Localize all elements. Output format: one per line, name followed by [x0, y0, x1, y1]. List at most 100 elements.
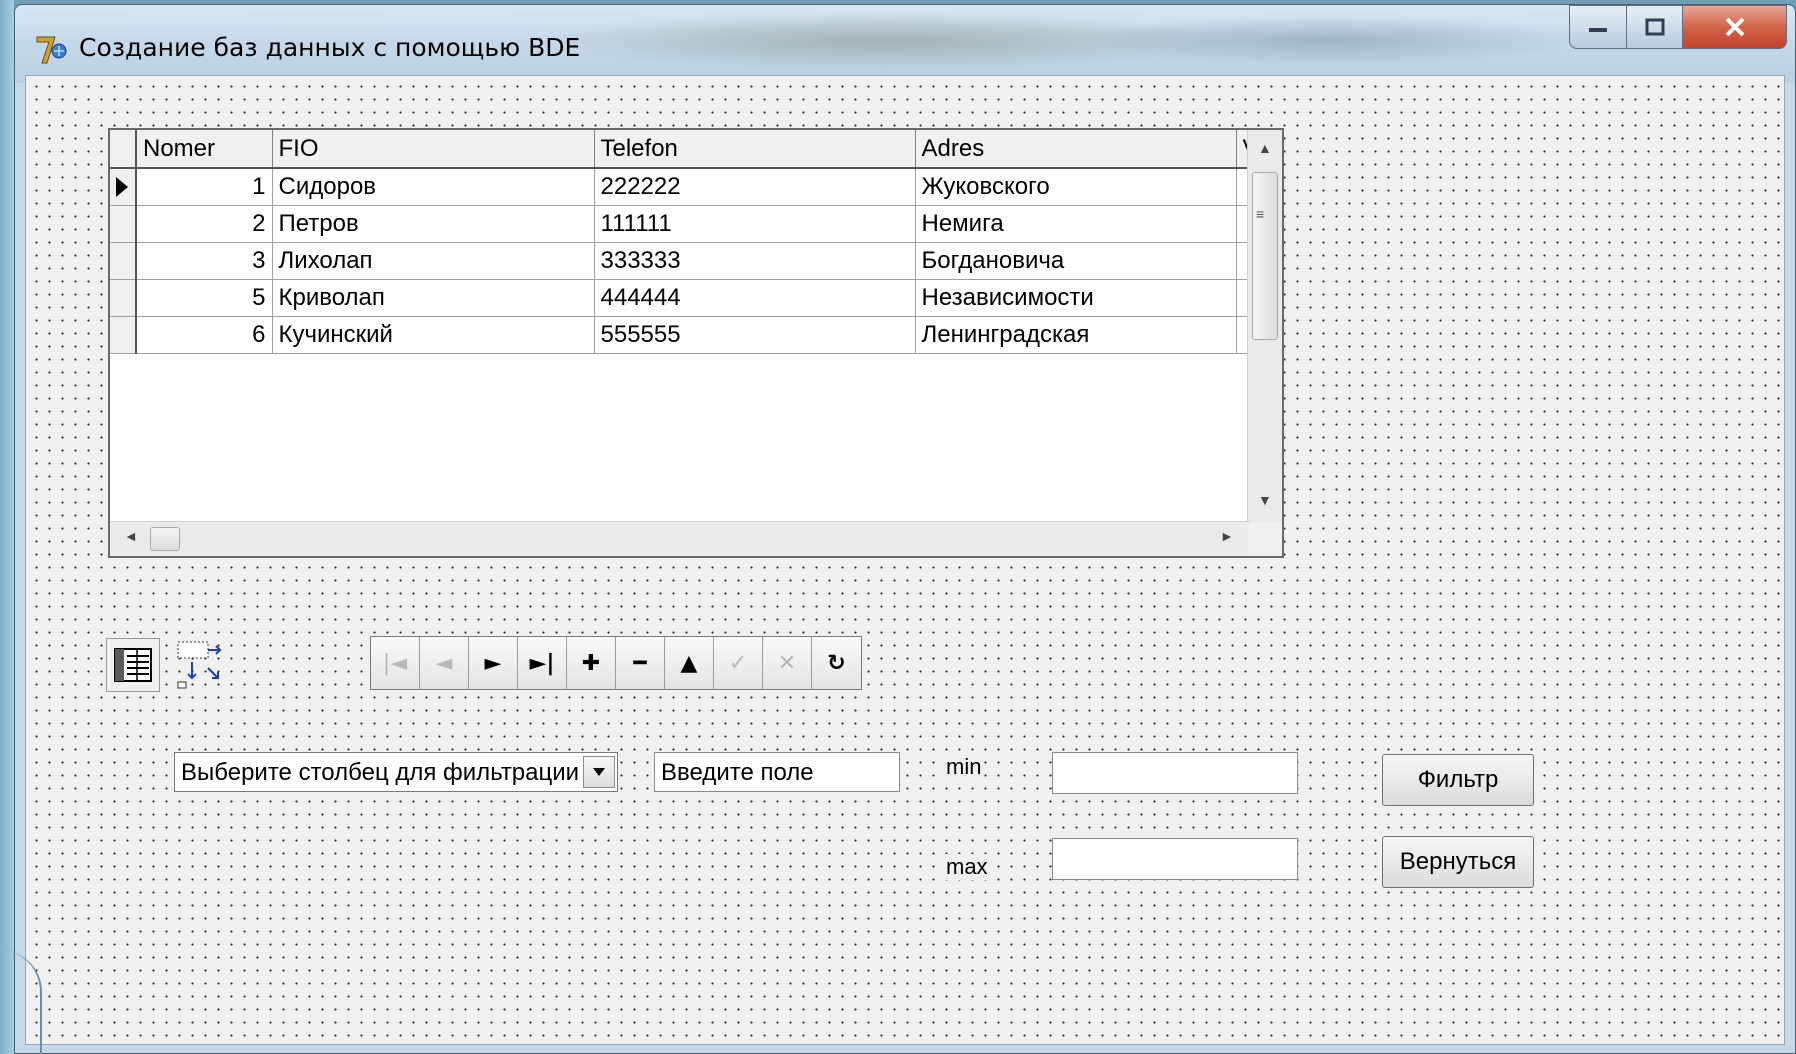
current-record-arrow-icon — [116, 176, 128, 197]
first-record-icon: |◄ — [382, 650, 408, 676]
minus-icon: ━ — [633, 650, 647, 676]
filter-value-input[interactable]: Введите поле — [654, 752, 900, 792]
minimize-button[interactable] — [1569, 5, 1627, 49]
nav-first-button[interactable]: |◄ — [371, 637, 420, 689]
horizontal-scrollbar[interactable]: ◄ ► — [110, 521, 1250, 556]
close-icon — [1725, 17, 1744, 37]
row-indicator[interactable] — [110, 168, 137, 206]
column-header-nomer[interactable]: Nomer — [136, 130, 273, 169]
cell-nomer[interactable]: 3 — [136, 242, 273, 280]
cell-adres[interactable]: Независимости — [915, 279, 1237, 317]
column-header-adres[interactable]: Adres — [915, 130, 1237, 169]
table-row[interactable]: 1 Сидоров 222222 Жуковского — [110, 168, 1277, 206]
filter-column-select-value: Выберите столбец для фильтрации — [181, 759, 580, 786]
app-window: Создание баз данных с помощью BDE Nomer — [14, 4, 1796, 1054]
max-input[interactable] — [1052, 838, 1298, 880]
window-title: Создание баз данных с помощью BDE — [79, 33, 581, 62]
caption-buttons — [1569, 5, 1787, 49]
cell-adres[interactable]: Ленинградская — [915, 316, 1237, 354]
db-grid[interactable]: Nomer FIO Telefon Adres V 1 Сидоров 2222… — [108, 128, 1284, 558]
grid-header-row: Nomer FIO Telefon Adres V — [110, 130, 1277, 169]
grid-table: Nomer FIO Telefon Adres V 1 Сидоров 2222… — [110, 130, 1277, 354]
scroll-left-arrow-icon[interactable]: ◄ — [124, 528, 138, 544]
form-design-surface: Nomer FIO Telefon Adres V 1 Сидоров 2222… — [25, 75, 1785, 1045]
nav-insert-button[interactable]: ✚ — [567, 637, 616, 689]
horizontal-scroll-thumb[interactable] — [150, 527, 180, 551]
cell-telefon[interactable]: 333333 — [594, 242, 916, 280]
maximize-icon — [1645, 18, 1664, 36]
table-row[interactable]: 6 Кучинский 555555 Ленинградская — [110, 316, 1277, 354]
last-record-icon: ►| — [529, 650, 555, 676]
scroll-up-arrow-icon[interactable]: ▲ — [1258, 140, 1272, 156]
scroll-grip-icon: ≡ — [1256, 206, 1265, 222]
table-row[interactable]: 3 Лихолап 333333 Богдановича — [110, 242, 1277, 280]
cell-telefon[interactable]: 555555 — [594, 316, 916, 354]
table-row[interactable]: 5 Криволап 444444 Независимости — [110, 279, 1277, 317]
cell-fio[interactable]: Петров — [272, 205, 595, 243]
cell-nomer[interactable]: 2 — [136, 205, 273, 243]
db-navigator: |◄ ◄ ► ►| ✚ ━ ▲ ✓ ✕ ↻ — [370, 636, 862, 690]
table-row[interactable]: 2 Петров 111111 Немига — [110, 205, 1277, 243]
back-button[interactable]: Вернуться — [1382, 836, 1534, 888]
cell-fio[interactable]: Сидоров — [272, 168, 595, 206]
scroll-down-arrow-icon[interactable]: ▼ — [1258, 492, 1272, 508]
title-bar[interactable]: Создание баз данных с помощью BDE — [15, 5, 1795, 83]
cell-adres[interactable]: Немига — [915, 205, 1237, 243]
cell-fio[interactable]: Лихолап — [272, 242, 595, 280]
row-indicator[interactable] — [110, 242, 137, 280]
row-indicator[interactable] — [110, 279, 137, 317]
scroll-right-arrow-icon[interactable]: ► — [1220, 528, 1234, 544]
cell-telefon[interactable]: 444444 — [594, 279, 916, 317]
maximize-button[interactable] — [1627, 5, 1683, 49]
chevron-down-icon — [593, 768, 605, 776]
dropdown-button[interactable] — [583, 756, 615, 788]
refresh-icon: ↻ — [827, 650, 846, 676]
vertical-scroll-thumb[interactable] — [1252, 172, 1278, 340]
cell-adres[interactable]: Жуковского — [915, 168, 1237, 206]
next-record-icon: ► — [484, 650, 502, 676]
filter-button[interactable]: Фильтр — [1382, 754, 1534, 806]
min-label: min — [944, 754, 984, 780]
vertical-scrollbar[interactable]: ▲ ≡ ▼ — [1247, 130, 1282, 526]
datasource-component-icon[interactable] — [106, 638, 160, 692]
row-indicator[interactable] — [110, 316, 137, 354]
cell-nomer[interactable]: 5 — [136, 279, 273, 317]
desktop-background — [0, 0, 14, 1054]
filter-column-select[interactable]: Выберите столбец для фильтрации — [174, 752, 618, 792]
cell-fio[interactable]: Криволап — [272, 279, 595, 317]
cell-fio[interactable]: Кучинский — [272, 316, 595, 354]
title-bar-glass — [1065, 15, 1585, 65]
cancel-x-icon: ✕ — [777, 650, 797, 676]
check-icon: ✓ — [728, 650, 748, 676]
nav-last-button[interactable]: ►| — [518, 637, 567, 689]
nav-refresh-button[interactable]: ↻ — [812, 637, 861, 689]
delphi-app-icon — [36, 36, 67, 64]
plus-icon: ✚ — [581, 650, 601, 676]
prior-record-icon: ◄ — [435, 650, 453, 676]
nav-prior-button[interactable]: ◄ — [420, 637, 469, 689]
nav-cancel-button[interactable]: ✕ — [763, 637, 812, 689]
cell-telefon[interactable]: 222222 — [594, 168, 916, 206]
min-input[interactable] — [1052, 752, 1298, 794]
edit-triangle-icon: ▲ — [680, 650, 698, 676]
nav-edit-button[interactable]: ▲ — [665, 637, 714, 689]
header-indicator-cell — [110, 130, 137, 169]
row-indicator[interactable] — [110, 205, 137, 243]
max-label: max — [944, 854, 990, 880]
cell-nomer[interactable]: 1 — [136, 168, 273, 206]
nav-post-button[interactable]: ✓ — [714, 637, 763, 689]
table-icon — [177, 641, 222, 689]
column-header-telefon[interactable]: Telefon — [594, 130, 916, 169]
minimize-icon — [1589, 28, 1607, 32]
nav-next-button[interactable]: ► — [469, 637, 518, 689]
close-button[interactable] — [1683, 5, 1787, 49]
filter-value-input-text: Введите поле — [661, 759, 814, 786]
table-component-icon[interactable] — [174, 638, 228, 692]
datasource-icon — [114, 648, 152, 682]
cell-telefon[interactable]: 111111 — [594, 205, 916, 243]
cell-nomer[interactable]: 6 — [136, 316, 273, 354]
cell-adres[interactable]: Богдановича — [915, 242, 1237, 280]
scrollbar-corner — [1248, 522, 1282, 556]
column-header-fio[interactable]: FIO — [272, 130, 595, 169]
nav-delete-button[interactable]: ━ — [616, 637, 665, 689]
